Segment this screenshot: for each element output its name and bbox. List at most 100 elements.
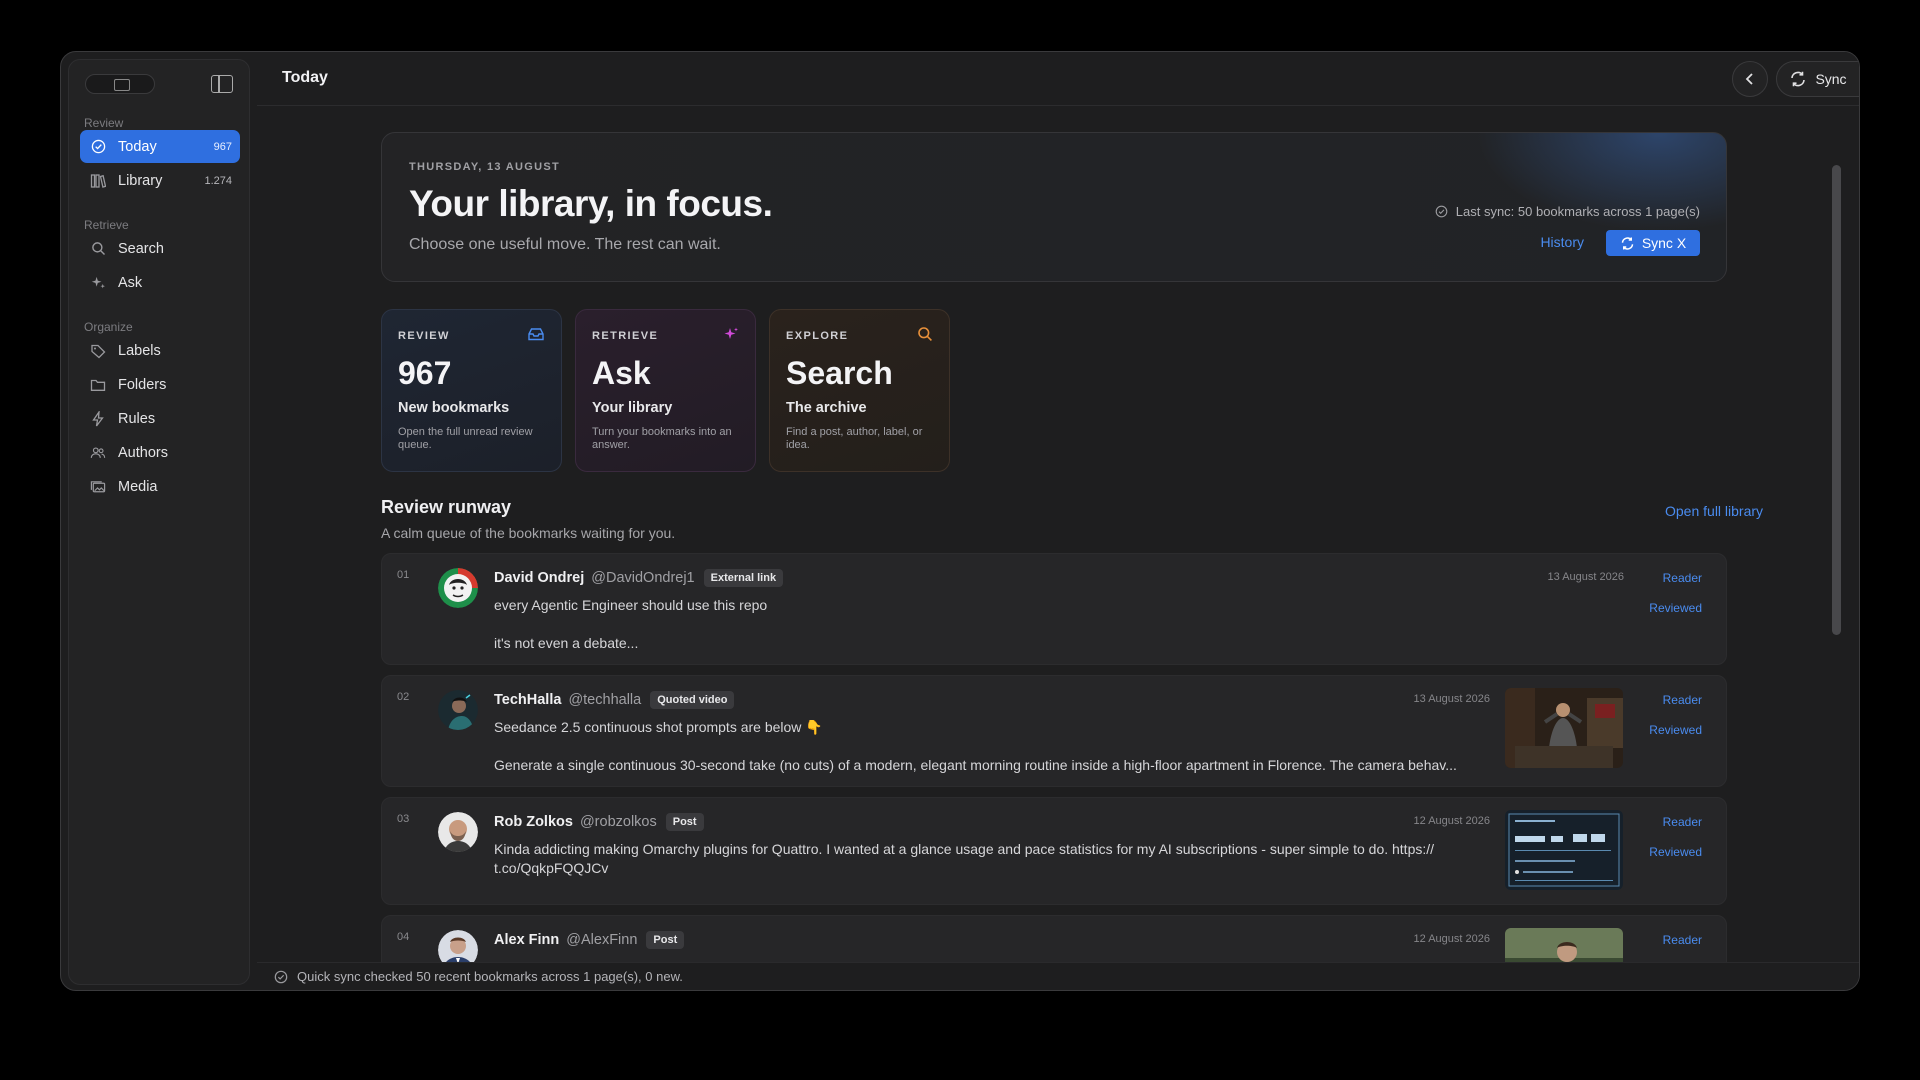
sidebar-item-count: 967 bbox=[213, 140, 232, 153]
open-full-library-link[interactable]: Open full library bbox=[1665, 503, 1763, 519]
author-name[interactable]: David Ondrej bbox=[494, 570, 584, 586]
media-icon bbox=[90, 479, 106, 495]
reader-button[interactable]: Reader bbox=[1663, 693, 1702, 707]
sidebar-toggle-icon[interactable] bbox=[211, 75, 233, 93]
back-button[interactable] bbox=[1732, 61, 1768, 97]
refresh-icon bbox=[1791, 71, 1806, 87]
reviewed-button[interactable]: Reviewed bbox=[1649, 845, 1702, 859]
sidebar-section-organize: Organize bbox=[84, 320, 133, 334]
row-meta: Alex Finn @AlexFinn Post bbox=[494, 931, 685, 949]
last-sync-status: Last sync: 50 bookmarks across 1 page(s) bbox=[1435, 204, 1700, 219]
top-bar: Today Sync bbox=[257, 52, 1859, 106]
sidebar-item-label: Authors bbox=[118, 444, 168, 461]
author-name[interactable]: Rob Zolkos bbox=[494, 814, 573, 830]
sidebar-item-labels[interactable]: Labels bbox=[80, 334, 240, 367]
card-label: EXPLORE bbox=[786, 330, 849, 342]
main-content: THURSDAY, 13 AUGUST Your library, in foc… bbox=[257, 107, 1845, 962]
card-subtitle: Your library bbox=[592, 400, 673, 416]
media-thumbnail[interactable] bbox=[1505, 810, 1623, 890]
author-handle[interactable]: @AlexFinn bbox=[566, 932, 637, 948]
review-card[interactable]: REVIEW 967 New bookmarks Open the full u… bbox=[381, 309, 562, 472]
reviewed-button[interactable]: Reviewed bbox=[1649, 723, 1702, 737]
text-line: it's not even a debate... bbox=[494, 635, 639, 651]
sparkle-icon bbox=[723, 326, 739, 347]
row-date: 13 August 2026 bbox=[1413, 693, 1490, 705]
search-icon bbox=[917, 326, 933, 347]
row-date: 12 August 2026 bbox=[1413, 815, 1490, 827]
row-text: every Agentic Engineer should use this r… bbox=[494, 596, 767, 653]
folder-icon bbox=[90, 377, 106, 393]
sidebar-item-ask[interactable]: Ask bbox=[80, 266, 240, 299]
chevron-left-icon bbox=[1745, 73, 1753, 85]
text-line: Kinda addicting making Omarchy plugins f… bbox=[494, 841, 1435, 857]
explore-card[interactable]: EXPLORE Search The archive Find a post, … bbox=[769, 309, 950, 472]
sidebar-item-library[interactable]: Library 1.274 bbox=[80, 164, 240, 197]
row-text: Seedance 2.5 continuous shot prompts are… bbox=[494, 718, 1498, 775]
type-badge: External link bbox=[703, 569, 784, 587]
hero-panel: THURSDAY, 13 AUGUST Your library, in foc… bbox=[381, 132, 1727, 282]
author-name[interactable]: TechHalla bbox=[494, 692, 561, 708]
reader-button[interactable]: Reader bbox=[1663, 933, 1702, 947]
sidebar-item-search[interactable]: Search bbox=[80, 232, 240, 265]
author-name[interactable]: Alex Finn bbox=[494, 932, 559, 948]
media-thumbnail[interactable] bbox=[1505, 688, 1623, 768]
window-switcher-button[interactable] bbox=[85, 74, 155, 94]
type-badge: Post bbox=[646, 931, 685, 949]
sidebar-item-media[interactable]: Media bbox=[80, 470, 240, 503]
scrollbar[interactable] bbox=[1832, 165, 1841, 635]
row-text: Kinda addicting making Omarchy plugins f… bbox=[494, 840, 1494, 878]
users-icon bbox=[90, 445, 106, 461]
sidebar-item-label: Today bbox=[118, 138, 157, 155]
sync-x-button[interactable]: Sync X bbox=[1606, 230, 1700, 256]
avatar[interactable] bbox=[438, 812, 478, 852]
sidebar: Review Today 967 Library 1.274 Retrieve … bbox=[68, 59, 250, 985]
retrieve-card[interactable]: RETRIEVE Ask Your library Turn your book… bbox=[575, 309, 756, 472]
card-subtitle: The archive bbox=[786, 400, 867, 416]
sidebar-item-folders[interactable]: Folders bbox=[80, 368, 240, 401]
list-item[interactable]: 04 Alex Finn @AlexFinn Post 12 August 20… bbox=[381, 915, 1727, 962]
sidebar-item-today[interactable]: Today 967 bbox=[80, 130, 240, 163]
card-label: REVIEW bbox=[398, 330, 450, 342]
hero-subtitle: Choose one useful move. The rest can wai… bbox=[409, 236, 721, 253]
check-circle-icon bbox=[274, 970, 288, 984]
history-link[interactable]: History bbox=[1540, 234, 1584, 250]
card-label: RETRIEVE bbox=[592, 330, 659, 342]
list-item[interactable]: 03 Rob Zolkos @robzolkos Post Kinda addi… bbox=[381, 797, 1727, 905]
author-handle[interactable]: @techhalla bbox=[568, 692, 641, 708]
sync-x-label: Sync X bbox=[1641, 235, 1687, 251]
reviewed-button[interactable]: Reviewed bbox=[1649, 601, 1702, 615]
sidebar-section-retrieve: Retrieve bbox=[84, 218, 129, 232]
sidebar-item-label: Labels bbox=[118, 342, 161, 359]
type-badge: Quoted video bbox=[650, 691, 735, 709]
runway-title: Review runway bbox=[381, 497, 512, 517]
sidebar-item-authors[interactable]: Authors bbox=[80, 436, 240, 469]
inbox-icon bbox=[527, 326, 545, 347]
sync-label: Sync bbox=[1815, 71, 1847, 87]
reader-button[interactable]: Reader bbox=[1663, 571, 1702, 585]
bolt-icon bbox=[90, 410, 106, 427]
sync-button[interactable]: Sync bbox=[1777, 62, 1859, 96]
window-icon bbox=[114, 79, 130, 91]
row-date: 12 August 2026 bbox=[1413, 933, 1490, 945]
media-thumbnail[interactable] bbox=[1505, 928, 1623, 962]
author-handle[interactable]: @robzolkos bbox=[580, 814, 657, 830]
author-handle[interactable]: @DavidOndrej1 bbox=[591, 570, 694, 586]
card-value: Ask bbox=[592, 355, 651, 391]
reader-button[interactable]: Reader bbox=[1663, 815, 1702, 829]
card-description: Find a post, author, label, or idea. bbox=[786, 426, 923, 451]
sidebar-item-rules[interactable]: Rules bbox=[80, 402, 240, 435]
avatar[interactable] bbox=[438, 568, 478, 608]
check-circle-icon bbox=[90, 139, 106, 155]
text-line: Generate a single continuous 30-second t… bbox=[494, 757, 1457, 773]
library-icon bbox=[90, 173, 106, 189]
card-value: 967 bbox=[398, 355, 452, 391]
avatar[interactable] bbox=[438, 930, 478, 962]
hero-title: Your library, in focus. bbox=[409, 183, 773, 224]
row-date: 13 August 2026 bbox=[1547, 571, 1624, 583]
list-item[interactable]: 02 TechHalla @techhalla Quoted video See… bbox=[381, 675, 1727, 787]
sync-button-group: Sync bbox=[1776, 61, 1859, 97]
list-item[interactable]: 01 David Ondrej @DavidOndrej1 External l… bbox=[381, 553, 1727, 665]
type-badge: Post bbox=[665, 813, 704, 831]
avatar[interactable] bbox=[438, 690, 478, 730]
row-meta: TechHalla @techhalla Quoted video bbox=[494, 691, 735, 709]
